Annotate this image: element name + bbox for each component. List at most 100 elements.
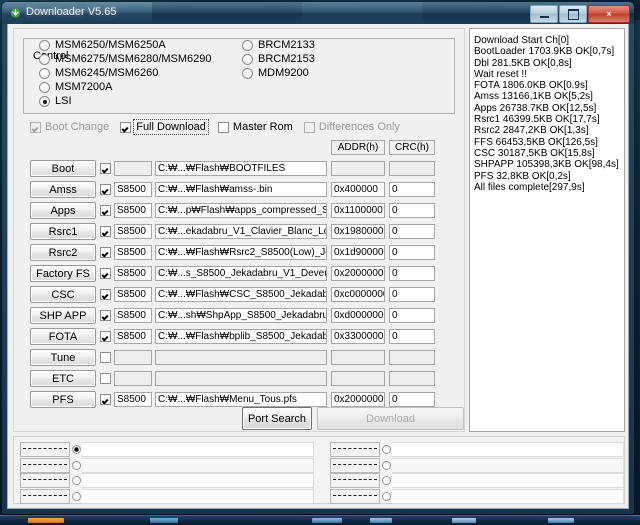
radio-icon[interactable] xyxy=(39,68,50,79)
row-checkbox[interactable] xyxy=(100,226,111,237)
row-checkbox[interactable] xyxy=(100,205,111,216)
row-checkbox[interactable] xyxy=(100,163,111,174)
row-path-field[interactable]: C:₩...s_S8500_Jekadabru_V1_Deverrouillag… xyxy=(155,266,327,281)
row-chip-field[interactable]: S8500 xyxy=(114,182,152,197)
radio-icon[interactable] xyxy=(39,82,50,93)
radio-icon[interactable] xyxy=(242,68,253,79)
row-addr-field[interactable]: 0x20000000 xyxy=(331,266,385,281)
progress-radio-icon[interactable] xyxy=(382,491,391,501)
row-crc-field[interactable]: 0 xyxy=(389,245,435,260)
row-checkbox[interactable] xyxy=(100,247,111,258)
option-master-rom[interactable]: Master Rom xyxy=(217,121,293,133)
row-addr-field[interactable]: 0xc0000000 xyxy=(331,287,385,302)
row-addr-field[interactable]: 0x1d900000 xyxy=(331,245,385,260)
row-checkbox[interactable] xyxy=(100,289,111,300)
row-crc-field[interactable] xyxy=(389,350,435,365)
row-checkbox[interactable] xyxy=(100,310,111,321)
row-crc-field[interactable]: 0 xyxy=(389,329,435,344)
progress-radio-icon[interactable] xyxy=(72,445,81,454)
taskbar-item[interactable] xyxy=(548,518,574,523)
progress-radio-icon[interactable] xyxy=(382,460,391,470)
row-button-pfs[interactable]: PFS xyxy=(30,391,96,408)
row-chip-field[interactable] xyxy=(114,350,152,365)
taskbar[interactable] xyxy=(0,515,640,525)
progress-radio-icon[interactable] xyxy=(382,476,391,485)
checkbox-icon[interactable] xyxy=(30,121,41,133)
row-button-csc[interactable]: CSC xyxy=(30,286,96,303)
radio-icon[interactable] xyxy=(242,54,253,65)
row-button-amss[interactable]: Amss xyxy=(30,181,96,198)
progress-radio-icon[interactable] xyxy=(382,445,391,454)
taskbar-item[interactable] xyxy=(452,518,476,523)
row-chip-field[interactable]: S8500 xyxy=(114,203,152,218)
checkbox-icon[interactable] xyxy=(217,121,229,133)
progress-radio-icon[interactable] xyxy=(72,460,81,470)
row-chip-field[interactable]: S8500 xyxy=(114,266,152,281)
taskbar-item[interactable] xyxy=(312,518,342,523)
row-button-shp-app[interactable]: SHP APP xyxy=(30,307,96,324)
row-path-field[interactable]: C:₩...₩Flash₩BOOTFILES xyxy=(155,161,327,176)
row-checkbox[interactable] xyxy=(100,331,111,342)
row-addr-field[interactable]: 0x400000 xyxy=(331,182,385,197)
taskbar-item[interactable] xyxy=(370,518,392,523)
row-crc-field[interactable] xyxy=(389,161,435,176)
radio-icon[interactable] xyxy=(39,96,50,107)
option-boot-change[interactable]: Boot Change xyxy=(30,121,109,133)
row-path-field[interactable] xyxy=(155,350,327,365)
row-button-fota[interactable]: FOTA xyxy=(30,328,96,345)
log-output-panel[interactable]: Download Start Ch[0] BootLoader 1703.9KB … xyxy=(469,28,625,432)
progress-label-box[interactable] xyxy=(330,442,380,457)
row-addr-field[interactable]: 0x1100000 xyxy=(331,203,385,218)
minimize-button[interactable] xyxy=(530,5,558,23)
row-chip-field[interactable]: S8500 xyxy=(114,245,152,260)
maximize-button[interactable] xyxy=(559,5,587,23)
chipset-radio-left-3[interactable]: MSM7200A xyxy=(39,81,212,94)
row-path-field[interactable]: C:₩...p₩Flash₩apps_compressed_S8500_Jeka… xyxy=(155,203,327,218)
row-checkbox[interactable] xyxy=(100,373,111,384)
row-chip-field[interactable]: S8500 xyxy=(114,224,152,239)
progress-label-box[interactable] xyxy=(330,488,380,504)
radio-icon[interactable] xyxy=(39,40,50,51)
row-button-apps[interactable]: Apps xyxy=(30,202,96,219)
row-chip-field[interactable] xyxy=(114,371,152,386)
row-crc-field[interactable]: 0 xyxy=(389,182,435,197)
taskbar-item[interactable] xyxy=(28,518,64,523)
row-addr-field[interactable]: 0x19800000 xyxy=(331,224,385,239)
row-checkbox[interactable] xyxy=(100,184,111,195)
row-path-field[interactable]: C:₩...sh₩ShpApp_S8500_Jekadabru_V1_Clavi… xyxy=(155,308,327,323)
row-button-rsrc1[interactable]: Rsrc1 xyxy=(30,223,96,240)
row-checkbox[interactable] xyxy=(100,394,111,405)
row-button-tune[interactable]: Tune xyxy=(30,349,96,366)
row-button-boot[interactable]: Boot xyxy=(30,160,96,177)
row-addr-field[interactable] xyxy=(331,350,385,365)
row-chip-field[interactable] xyxy=(114,161,152,176)
row-path-field[interactable]: C:₩...₩Flash₩CSC_S8500_Jekadabru_V1,csc xyxy=(155,287,327,302)
row-button-rsrc2[interactable]: Rsrc2 xyxy=(30,244,96,261)
row-crc-field[interactable]: 0 xyxy=(389,203,435,218)
radio-icon[interactable] xyxy=(39,54,50,65)
chipset-radio-right-0[interactable]: BRCM2133 xyxy=(242,39,315,52)
chipset-radio-left-0[interactable]: MSM6250/MSM6250A xyxy=(39,39,212,52)
chipset-radio-left-4[interactable]: LSI xyxy=(39,95,212,108)
progress-label-box[interactable] xyxy=(330,457,380,473)
row-path-field[interactable]: C:₩...₩Flash₩amss-.bin xyxy=(155,182,327,197)
row-crc-field[interactable] xyxy=(389,371,435,386)
row-crc-field[interactable]: 0 xyxy=(389,392,435,407)
row-checkbox[interactable] xyxy=(100,268,111,279)
progress-radio-icon[interactable] xyxy=(72,491,81,501)
row-crc-field[interactable]: 0 xyxy=(389,224,435,239)
row-addr-field[interactable]: 0x3300000 xyxy=(331,329,385,344)
row-path-field[interactable]: C:₩...ekadabru_V1_Clavier_Blanc_LookScre… xyxy=(155,224,327,239)
row-crc-field[interactable]: 0 xyxy=(389,308,435,323)
download-button[interactable]: Download xyxy=(317,407,464,430)
checkbox-icon[interactable] xyxy=(120,121,132,133)
progress-label-box[interactable] xyxy=(20,488,70,504)
row-path-field[interactable]: C:₩...₩Flash₩bplib_S8500_Jekadabru_V1.fo… xyxy=(155,329,327,344)
row-chip-field[interactable]: S8500 xyxy=(114,287,152,302)
row-path-field[interactable] xyxy=(155,371,327,386)
row-chip-field[interactable]: S8500 xyxy=(114,329,152,344)
row-button-factory-fs[interactable]: Factory FS xyxy=(30,265,96,282)
option-full-download[interactable]: Full Download xyxy=(120,119,209,135)
row-crc-field[interactable]: 0 xyxy=(389,266,435,281)
checkbox-icon[interactable] xyxy=(303,121,315,133)
